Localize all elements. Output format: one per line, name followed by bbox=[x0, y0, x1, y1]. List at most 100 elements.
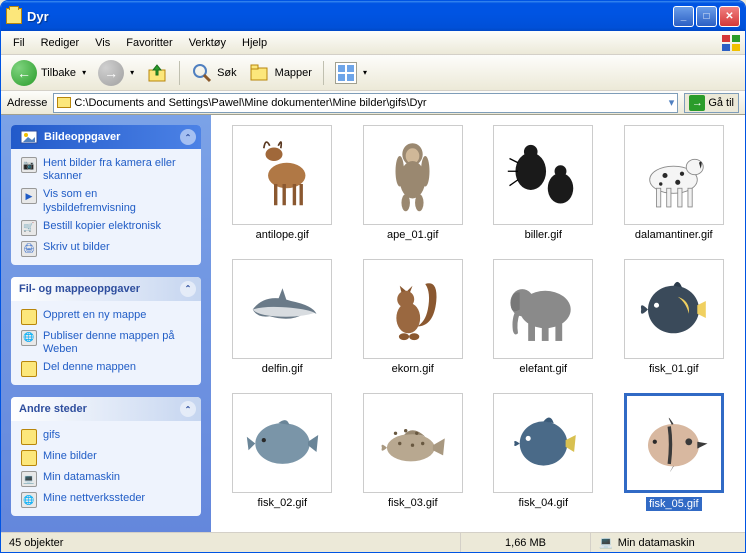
file-thumbnail[interactable]: biller.gif bbox=[482, 125, 605, 241]
print-icon: 🖨 bbox=[21, 241, 37, 257]
folders-button[interactable]: Mapper bbox=[245, 59, 316, 87]
status-location: 💻 Min datamaskin bbox=[591, 533, 745, 552]
file-name: fisk_05.gif bbox=[646, 497, 702, 511]
place-computer[interactable]: 💻Min datamaskin bbox=[21, 471, 191, 487]
chevron-down-icon: ▾ bbox=[130, 68, 134, 77]
picture-tasks-panel: Bildeoppgaver ⌃ 📷Hent bilder fra kamera … bbox=[11, 125, 201, 265]
file-thumbnail[interactable]: dalamantiner.gif bbox=[613, 125, 736, 241]
file-name: fisk_01.gif bbox=[649, 363, 699, 375]
menu-favorites[interactable]: Favoritter bbox=[118, 34, 180, 52]
task-print[interactable]: 🖨Skriv ut bilder bbox=[21, 241, 191, 257]
task-share[interactable]: Del denne mappen bbox=[21, 361, 191, 377]
file-name: ape_01.gif bbox=[387, 229, 438, 241]
thumbnail-image bbox=[363, 125, 463, 225]
other-places-panel: Andre steder ⌃ gifs Mine bilder 💻Min dat… bbox=[11, 397, 201, 516]
minimize-button[interactable]: _ bbox=[673, 6, 694, 27]
thumbnail-image bbox=[624, 125, 724, 225]
separator bbox=[323, 61, 324, 85]
panel-title: Andre steder bbox=[19, 403, 87, 415]
panel-header[interactable]: Bildeoppgaver ⌃ bbox=[11, 125, 201, 149]
thumbnail-image bbox=[493, 259, 593, 359]
address-label: Adresse bbox=[7, 97, 47, 109]
views-button[interactable]: ▾ bbox=[331, 59, 371, 87]
task-new-folder[interactable]: Opprett en ny mappe bbox=[21, 309, 191, 325]
file-list[interactable]: antilope.gif ape_01.gif biller.gif dalamant… bbox=[211, 115, 745, 532]
windows-logo-icon bbox=[721, 33, 741, 53]
place-network[interactable]: 🌐Mine nettverkssteder bbox=[21, 492, 191, 508]
menu-tools[interactable]: Verktøy bbox=[181, 34, 234, 52]
folders-label: Mapper bbox=[275, 67, 312, 79]
file-name: fisk_04.gif bbox=[518, 497, 568, 509]
file-name: ekorn.gif bbox=[392, 363, 434, 375]
back-arrow-icon: ← bbox=[11, 60, 37, 86]
up-button[interactable] bbox=[142, 59, 172, 87]
panel-header[interactable]: Fil- og mappeoppgaver ⌃ bbox=[11, 277, 201, 301]
file-thumbnail[interactable]: fisk_04.gif bbox=[482, 393, 605, 511]
thumbnail-image bbox=[232, 259, 332, 359]
go-label: Gå til bbox=[708, 97, 734, 109]
file-thumbnail[interactable]: fisk_05.gif bbox=[613, 393, 736, 511]
maximize-button[interactable]: □ bbox=[696, 6, 717, 27]
menu-file[interactable]: Fil bbox=[5, 34, 33, 52]
file-name: biller.gif bbox=[525, 229, 562, 241]
titlebar[interactable]: Dyr _ □ ✕ bbox=[1, 1, 745, 31]
thumbnail-image bbox=[232, 125, 332, 225]
file-thumbnail[interactable]: elefant.gif bbox=[482, 259, 605, 375]
panel-header[interactable]: Andre steder ⌃ bbox=[11, 397, 201, 421]
separator bbox=[179, 61, 180, 85]
collapse-icon[interactable]: ⌃ bbox=[180, 281, 196, 297]
back-button[interactable]: ← Tilbake ▾ bbox=[7, 57, 90, 89]
forward-button[interactable]: → ▾ bbox=[94, 57, 138, 89]
folder-icon bbox=[6, 8, 22, 24]
task-slideshow[interactable]: ▶Vis som en lysbildefremvisning bbox=[21, 188, 191, 214]
address-bar: Adresse C:\Documents and Settings\Pawel\… bbox=[1, 91, 745, 115]
go-arrow-icon: → bbox=[689, 95, 705, 111]
folder-icon bbox=[21, 429, 37, 445]
thumbnail-image bbox=[363, 259, 463, 359]
thumbnail-image bbox=[232, 393, 332, 493]
folder-icon bbox=[21, 450, 37, 466]
order-icon: 🛒 bbox=[21, 220, 37, 236]
file-thumbnail[interactable]: ekorn.gif bbox=[352, 259, 475, 375]
share-icon bbox=[21, 361, 37, 377]
file-thumbnail[interactable]: fisk_01.gif bbox=[613, 259, 736, 375]
network-icon: 🌐 bbox=[21, 492, 37, 508]
file-thumbnail[interactable]: delfin.gif bbox=[221, 259, 344, 375]
address-input[interactable]: C:\Documents and Settings\Pawel\Mine dok… bbox=[53, 93, 678, 113]
search-button[interactable]: Søk bbox=[187, 59, 241, 87]
task-order-prints[interactable]: 🛒Bestill kopier elektronisk bbox=[21, 220, 191, 236]
task-get-pictures[interactable]: 📷Hent bilder fra kamera eller skanner bbox=[21, 157, 191, 183]
forward-arrow-icon: → bbox=[98, 60, 124, 86]
place-pictures[interactable]: Mine bilder bbox=[21, 450, 191, 466]
thumbnail-image bbox=[493, 393, 593, 493]
status-size: 1,66 MB bbox=[461, 533, 591, 552]
file-thumbnail[interactable]: fisk_03.gif bbox=[352, 393, 475, 511]
file-tasks-panel: Fil- og mappeoppgaver ⌃ Opprett en ny ma… bbox=[11, 277, 201, 385]
file-thumbnail[interactable]: fisk_02.gif bbox=[221, 393, 344, 511]
task-publish[interactable]: 🌐Publiser denne mappen på Weben bbox=[21, 330, 191, 356]
chevron-down-icon: ▾ bbox=[363, 68, 367, 77]
collapse-icon[interactable]: ⌃ bbox=[180, 401, 196, 417]
computer-icon: 💻 bbox=[599, 536, 613, 549]
folder-icon bbox=[21, 309, 37, 325]
file-name: antilope.gif bbox=[256, 229, 309, 241]
picture-icon bbox=[19, 127, 39, 147]
menu-help[interactable]: Hjelp bbox=[234, 34, 275, 52]
camera-icon: 📷 bbox=[21, 157, 37, 173]
collapse-icon[interactable]: ⌃ bbox=[180, 129, 196, 145]
folders-icon bbox=[249, 62, 271, 84]
menubar: Fil Rediger Vis Favoritter Verktøy Hjelp bbox=[1, 31, 745, 55]
menu-edit[interactable]: Rediger bbox=[33, 34, 88, 52]
file-thumbnail[interactable]: antilope.gif bbox=[221, 125, 344, 241]
menu-view[interactable]: Vis bbox=[87, 34, 118, 52]
status-objects: 45 objekter bbox=[1, 533, 461, 552]
place-gifs[interactable]: gifs bbox=[21, 429, 191, 445]
search-label: Søk bbox=[217, 67, 237, 79]
go-button[interactable]: → Gå til bbox=[684, 93, 739, 113]
file-thumbnail[interactable]: ape_01.gif bbox=[352, 125, 475, 241]
chevron-down-icon[interactable]: ▾ bbox=[669, 96, 675, 109]
views-icon bbox=[335, 62, 357, 84]
close-button[interactable]: ✕ bbox=[719, 6, 740, 27]
tasks-sidebar: Bildeoppgaver ⌃ 📷Hent bilder fra kamera … bbox=[1, 115, 211, 532]
body: Bildeoppgaver ⌃ 📷Hent bilder fra kamera … bbox=[1, 115, 745, 532]
